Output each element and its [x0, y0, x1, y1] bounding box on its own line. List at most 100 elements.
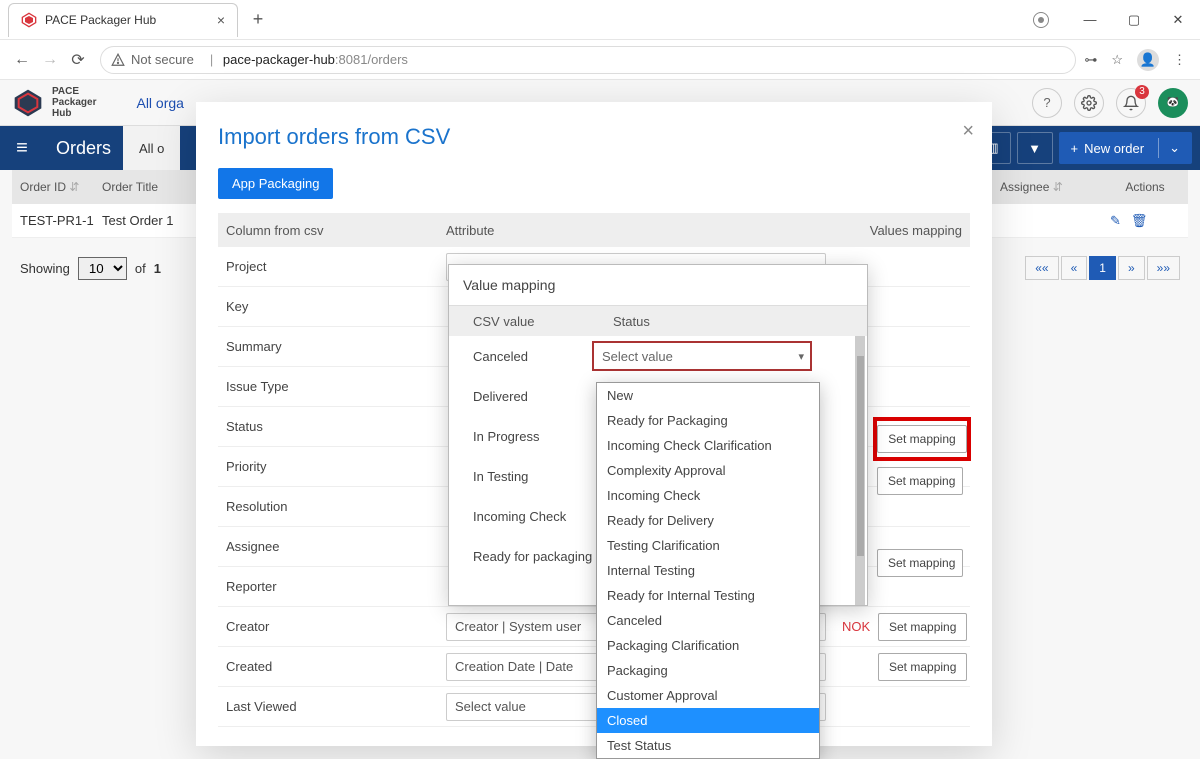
opt-packaging[interactable]: Packaging	[597, 658, 819, 683]
plus-icon: +	[1071, 141, 1079, 156]
page-title: Orders	[44, 138, 123, 159]
delete-icon[interactable]: 🗑	[1131, 213, 1148, 229]
opt-incoming-check[interactable]: Incoming Check	[597, 483, 819, 508]
opt-ready-for-delivery[interactable]: Ready for Delivery	[597, 508, 819, 533]
pv-incoming-check: Incoming Check	[463, 509, 593, 524]
url-path: /orders	[367, 52, 407, 67]
nok-label: NOK	[842, 619, 878, 634]
head-vm-col: Values mapping	[842, 223, 962, 238]
chevron-down-icon[interactable]: ⌄	[1169, 140, 1180, 156]
row-creator: Creator	[226, 619, 446, 634]
head-attr-col: Attribute	[446, 223, 842, 238]
pv-delivered: Delivered	[463, 389, 593, 404]
head-csv-col: Column from csv	[226, 223, 446, 238]
row-priority: Priority	[226, 459, 446, 474]
set-mapping-highlight: Set mapping	[873, 417, 971, 461]
row-resolution: Resolution	[226, 499, 446, 514]
profile-icon[interactable]: 👤	[1137, 49, 1159, 71]
new-tab-button[interactable]: +	[244, 9, 272, 30]
row-key: Key	[226, 299, 446, 314]
set-mapping-button-priority[interactable]: Set mapping	[877, 467, 963, 495]
opt-incoming-check-clarification[interactable]: Incoming Check Clarification	[597, 433, 819, 458]
notif-badge: 3	[1135, 85, 1149, 99]
app-brand: PACEPackagerHub	[52, 86, 96, 119]
user-avatar[interactable]: 🐼	[1158, 88, 1188, 118]
window-maximize-icon[interactable]: ▢	[1112, 0, 1156, 40]
tab-close-icon[interactable]: ×	[217, 12, 225, 28]
opt-testing-clarification[interactable]: Testing Clarification	[597, 533, 819, 558]
row-issue-type: Issue Type	[226, 379, 446, 394]
showing-label: Showing	[20, 261, 70, 276]
opt-complexity-approval[interactable]: Complexity Approval	[597, 458, 819, 483]
opt-internal-testing[interactable]: Internal Testing	[597, 558, 819, 583]
favicon-icon	[21, 12, 37, 28]
star-icon[interactable]: ☆	[1111, 52, 1123, 68]
edit-icon[interactable]: ✎	[1110, 213, 1121, 229]
row-last-viewed: Last Viewed	[226, 699, 446, 714]
url-port: :8081	[335, 52, 368, 67]
new-order-button[interactable]: + New order ⌄	[1059, 132, 1192, 164]
browser-tab[interactable]: PACE Packager Hub ×	[8, 3, 238, 37]
modal-title: Import orders from CSV	[218, 124, 970, 150]
order-id-cell: TEST-PR1-1	[20, 213, 102, 228]
page-1[interactable]: 1	[1089, 256, 1116, 280]
window-minimize-icon[interactable]: —	[1068, 0, 1112, 40]
modal-close-icon[interactable]: ×	[962, 120, 974, 143]
set-mapping-button-creator[interactable]: Set mapping	[878, 613, 967, 641]
new-order-label: New order	[1084, 141, 1144, 156]
row-created: Created	[226, 659, 446, 674]
row-summary: Summary	[226, 339, 446, 354]
org-selector[interactable]: All orga	[136, 95, 183, 111]
opt-new[interactable]: New	[597, 383, 819, 408]
security-label: Not secure	[131, 52, 194, 67]
page-size-select[interactable]: 10	[78, 257, 127, 280]
pv-rfp: Ready for packaging	[463, 549, 593, 564]
page-last[interactable]: »»	[1147, 256, 1180, 280]
popover-head-status: Status	[613, 314, 650, 329]
window-close-icon[interactable]: ✕	[1156, 0, 1200, 40]
app-logo-icon	[12, 87, 44, 119]
all-orders-tab[interactable]: All o	[123, 126, 180, 170]
help-icon[interactable]: ?	[1032, 88, 1062, 118]
popover-head-csv: CSV value	[473, 314, 613, 329]
opt-canceled[interactable]: Canceled	[597, 608, 819, 633]
app-packaging-chip[interactable]: App Packaging	[218, 168, 333, 199]
insecure-icon: Not secure	[111, 52, 194, 67]
nav-forward-icon: →	[36, 46, 64, 74]
chrome-account-icon[interactable]	[1024, 0, 1068, 40]
opt-packaging-clarification[interactable]: Packaging Clarification	[597, 633, 819, 658]
pv-in-progress: In Progress	[463, 429, 593, 444]
set-mapping-button-status[interactable]: Set mapping	[877, 425, 966, 453]
total-count: 1	[154, 261, 161, 276]
status-dropdown[interactable]: New Ready for Packaging Incoming Check C…	[596, 382, 820, 759]
opt-test-status[interactable]: Test Status	[597, 733, 819, 758]
popover-title: Value mapping	[449, 265, 867, 306]
opt-closed[interactable]: Closed	[597, 708, 819, 733]
row-status: Status	[226, 419, 446, 434]
row-project: Project	[226, 259, 446, 274]
nav-reload-icon[interactable]: ⟳	[64, 46, 92, 74]
page-prev[interactable]: «	[1061, 256, 1088, 280]
pv-canceled: Canceled	[463, 349, 593, 364]
hamburger-menu-icon[interactable]: ≡	[0, 137, 44, 160]
pv-in-testing: In Testing	[463, 469, 593, 484]
browser-tab-title: PACE Packager Hub	[45, 13, 217, 27]
nav-back-icon[interactable]: ←	[8, 46, 36, 74]
opt-customer-approval[interactable]: Customer Approval	[597, 683, 819, 708]
url-host: pace-packager-hub	[223, 52, 335, 67]
address-bar[interactable]: Not secure | pace-packager-hub:8081/orde…	[100, 46, 1076, 74]
kebab-menu-icon[interactable]: ⋮	[1173, 52, 1186, 68]
set-mapping-button-assignee[interactable]: Set mapping	[877, 549, 963, 577]
notifications-icon[interactable]: 3	[1116, 88, 1146, 118]
filter-icon[interactable]: ▼	[1017, 132, 1053, 164]
opt-ready-for-packaging[interactable]: Ready for Packaging	[597, 408, 819, 433]
row-reporter: Reporter	[226, 579, 446, 594]
page-next[interactable]: »	[1118, 256, 1145, 280]
key-icon[interactable]: ⊶	[1084, 52, 1097, 68]
canceled-status-select[interactable]: Select value	[593, 342, 811, 370]
page-first[interactable]: ««	[1025, 256, 1058, 280]
settings-gear-icon[interactable]	[1074, 88, 1104, 118]
set-mapping-button-created[interactable]: Set mapping	[878, 653, 967, 681]
opt-ready-for-internal-testing[interactable]: Ready for Internal Testing	[597, 583, 819, 608]
row-assignee: Assignee	[226, 539, 446, 554]
